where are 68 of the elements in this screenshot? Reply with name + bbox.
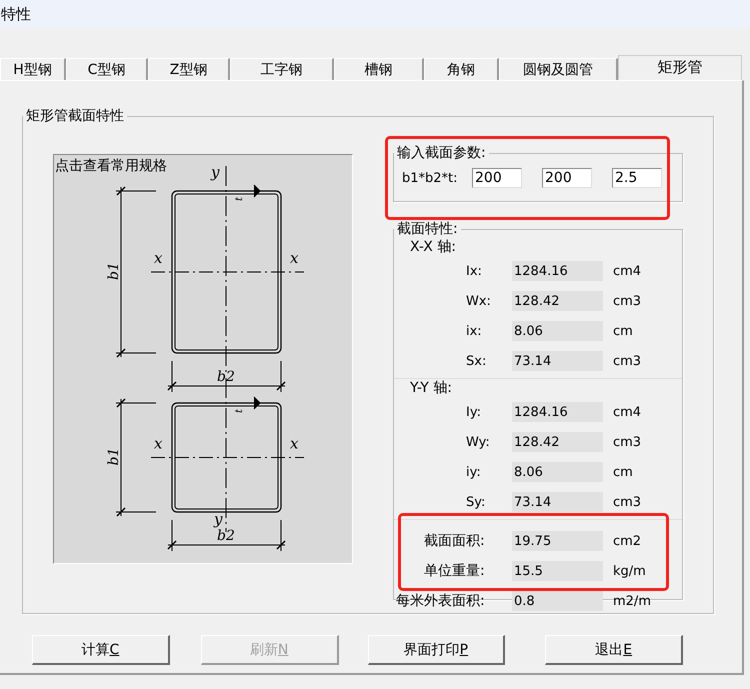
group-title: 矩形管截面特性 xyxy=(25,107,125,125)
unit-label: cm4 xyxy=(612,264,642,278)
tab[interactable]: C型钢 xyxy=(66,58,148,80)
property-label: Wx: xyxy=(465,294,492,308)
property-label: iy: xyxy=(465,464,482,480)
tab[interactable]: 槽钢 xyxy=(334,58,424,80)
property-label: Wy: xyxy=(465,434,491,450)
window-title: 特性 xyxy=(1,4,31,24)
property-value: 0.8 xyxy=(512,591,603,611)
dimension-label: b1 xyxy=(106,448,122,466)
input-field[interactable]: 2.5 xyxy=(612,168,662,188)
axis-label: y xyxy=(211,163,220,181)
property-label: 单位重量: xyxy=(423,562,486,580)
axis-label: x xyxy=(154,249,162,267)
property-value: 8.06 xyxy=(512,321,603,341)
unit-label: cm3 xyxy=(612,354,642,368)
tab[interactable]: 工字钢 xyxy=(230,58,334,80)
action-button[interactable]: 界面打印P xyxy=(368,635,506,665)
axis-label: y xyxy=(214,510,222,528)
tab[interactable]: H型钢 xyxy=(0,58,66,80)
field-label: b1*b2*t: xyxy=(402,170,459,186)
section-diagram-panel[interactable]: x x y b1 b2 t x x y b1 b2 t 点击查看常用规格 xyxy=(53,154,353,564)
unit-label: kg/m xyxy=(612,564,647,578)
unit-label: cm4 xyxy=(612,404,642,420)
tab[interactable]: Z型钢 xyxy=(148,58,230,80)
property-value: 19.75 xyxy=(512,531,603,551)
property-label: 截面面积: xyxy=(423,532,486,550)
axis-label: x xyxy=(290,434,298,452)
axis-label: x xyxy=(290,249,298,267)
property-value: 15.5 xyxy=(512,561,603,581)
input-field[interactable]: 200 xyxy=(542,168,592,188)
unit-label: cm3 xyxy=(612,434,642,450)
property-label: ix: xyxy=(465,324,483,338)
tab[interactable]: 角钢 xyxy=(424,58,499,80)
property-value: 8.06 xyxy=(512,462,603,482)
diagram-caption: 点击查看常用规格 xyxy=(55,157,167,175)
dimension-label: b2 xyxy=(217,528,235,544)
unit-label: cm3 xyxy=(612,494,642,510)
group-title: 截面特性: xyxy=(396,220,459,238)
property-label: Sy: xyxy=(465,494,486,510)
property-value: 128.42 xyxy=(512,432,603,452)
action-button[interactable]: 退出 E xyxy=(545,635,683,665)
dimension-label: b2 xyxy=(217,369,235,385)
unit-label: cm2 xyxy=(612,534,642,548)
property-value: 1284.16 xyxy=(512,402,603,422)
dimension-label: t xyxy=(234,408,245,413)
unit-label: m2/m xyxy=(612,594,652,608)
unit-label: cm xyxy=(612,324,634,338)
unit-label: cm3 xyxy=(612,294,642,308)
group-title: 输入截面参数: xyxy=(396,144,487,162)
tab[interactable]: 圆钢及圆管 xyxy=(499,58,618,80)
property-label: Sx: xyxy=(465,354,488,368)
dimension-label: b1 xyxy=(106,262,122,280)
property-label: Iy: xyxy=(465,404,482,420)
property-value: 73.14 xyxy=(512,492,603,512)
property-label: Ix: xyxy=(465,264,483,278)
unit-label: cm xyxy=(612,464,634,480)
property-value: 128.42 xyxy=(512,291,603,311)
property-value: 1284.16 xyxy=(512,261,603,281)
property-value: 73.14 xyxy=(512,351,603,371)
axis-label: x xyxy=(154,434,162,452)
axis-title: X-X 轴: xyxy=(410,238,458,256)
tab[interactable]: 矩形管 xyxy=(618,55,742,80)
dimension-label: t xyxy=(234,196,245,201)
axis-title: Y-Y 轴: xyxy=(410,379,453,397)
action-button[interactable]: 计算C xyxy=(32,635,170,665)
property-label: 每米外表面积: xyxy=(395,592,486,610)
input-field[interactable]: 200 xyxy=(472,168,522,188)
